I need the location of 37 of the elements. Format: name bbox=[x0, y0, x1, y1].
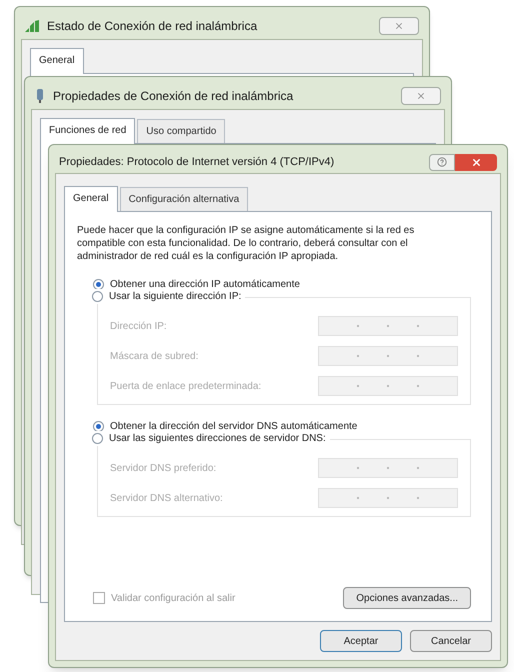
window-title: Propiedades: Protocolo de Internet versión 4 (TCP/IPv4) bbox=[59, 154, 334, 170]
radio-label: Usar la siguiente dirección IP: bbox=[109, 290, 242, 304]
field-label: Máscara de subred: bbox=[110, 350, 198, 364]
close-button[interactable] bbox=[455, 154, 497, 170]
radio-button[interactable] bbox=[92, 433, 103, 444]
field-label: Puerta de enlace predeterminada: bbox=[110, 380, 262, 394]
radio-button[interactable] bbox=[92, 291, 103, 302]
tab[interactable]: Configuración alternativa bbox=[120, 187, 248, 211]
checkbox-label: Validar configuración al salir bbox=[111, 592, 236, 606]
window-title: Estado de Conexión de red inalámbrica bbox=[47, 18, 258, 35]
tab[interactable]: Funciones de red bbox=[40, 118, 136, 144]
tab[interactable]: General bbox=[64, 186, 118, 212]
radio-button[interactable] bbox=[93, 420, 104, 432]
close-button[interactable] bbox=[401, 87, 441, 105]
close-icon bbox=[394, 21, 404, 31]
radio-label: Obtener una dirección IP automáticamente bbox=[110, 278, 300, 292]
close-icon bbox=[470, 156, 482, 168]
close-icon bbox=[416, 91, 426, 101]
window-title: Propiedades de Conexión de red inalámbrica bbox=[53, 88, 294, 105]
field-label: Servidor DNS alternativo: bbox=[110, 492, 223, 506]
tab[interactable]: General bbox=[30, 48, 84, 74]
description-text: Puede hacer que la configuración IP se asigne automáticamente si la red es compatible con esta funcionalidad. De lo contrario, deberá consultar con el administrador de red cuál es la configuración IP apropiada. bbox=[77, 224, 416, 263]
checkbox[interactable] bbox=[93, 592, 105, 604]
signal-icon bbox=[25, 20, 39, 32]
help-icon bbox=[437, 157, 447, 167]
radio-label: Usar las siguientes direcciones de servidor DNS: bbox=[109, 432, 326, 446]
radio-label: Obtener la dirección del servidor DNS automáticamente bbox=[110, 420, 358, 434]
network-adapter-icon bbox=[35, 89, 45, 103]
field-label: Servidor DNS preferido: bbox=[110, 462, 216, 476]
dialog-button[interactable]: Cancelar bbox=[410, 630, 492, 652]
tab[interactable]: Uso compartido bbox=[137, 119, 226, 143]
help-button[interactable] bbox=[429, 154, 455, 170]
field-label: Dirección IP: bbox=[110, 320, 167, 334]
dialog-button[interactable]: Aceptar bbox=[320, 630, 402, 652]
close-button[interactable] bbox=[379, 17, 419, 35]
advanced-options-button[interactable]: Opciones avanzadas... bbox=[343, 587, 471, 609]
radio-button[interactable] bbox=[93, 278, 104, 290]
